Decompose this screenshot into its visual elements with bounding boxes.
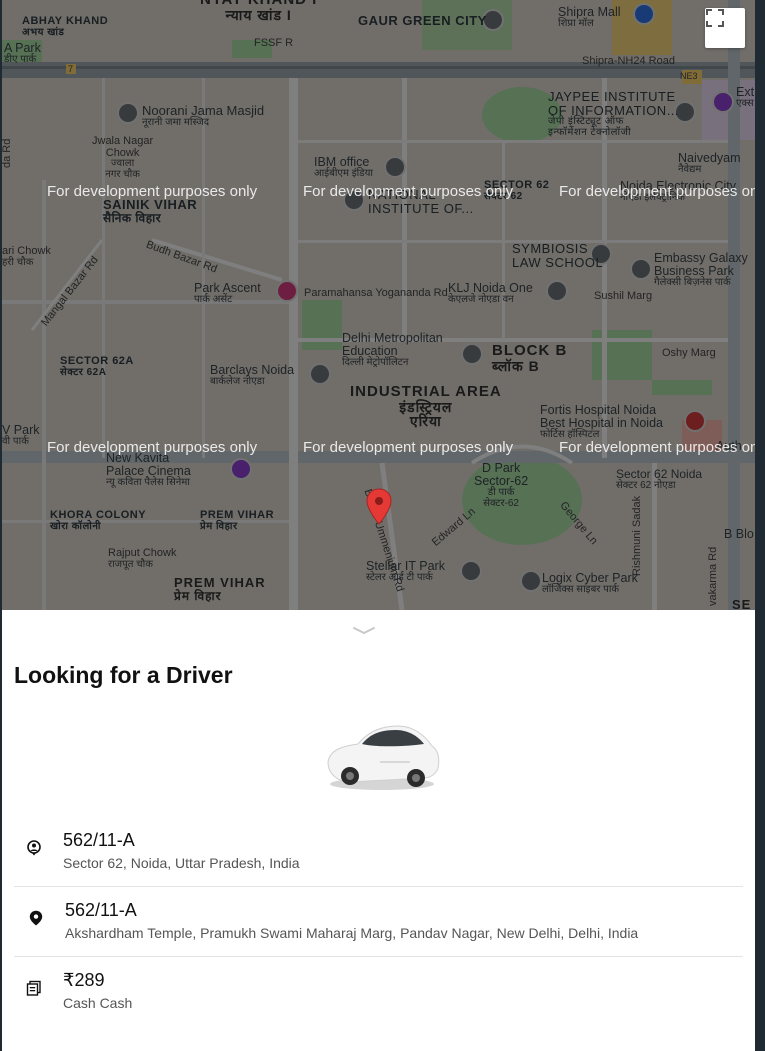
sheet-handle-chevron-icon[interactable] <box>352 624 376 642</box>
ride-status-sheet: Looking for a Driver 562/11-A Sector 62,… <box>2 610 755 1051</box>
pickup-location-row[interactable]: 562/11-A Sector 62, Noida, Uttar Pradesh… <box>14 816 743 887</box>
map-view[interactable]: NYAY KHAND Iन्याय खांड I ABHAY KHANDअभय … <box>2 0 755 610</box>
fare-amount: ₹289 <box>63 970 105 990</box>
dropoff-address: Akshardham Temple, Pramukh Swami Maharaj… <box>65 925 639 941</box>
pickup-address: Sector 62, Noida, Uttar Pradesh, India <box>63 855 300 871</box>
dev-watermark: For development purposes only <box>559 439 755 456</box>
fullscreen-button[interactable] <box>705 8 745 48</box>
pickup-pin-icon <box>27 840 41 856</box>
dropoff-title: 562/11-A <box>65 900 137 920</box>
dropoff-pin-icon <box>29 910 43 926</box>
dev-watermark: For development purposes only <box>559 183 755 200</box>
dev-watermark: For development purposes only <box>47 439 258 456</box>
cash-icon <box>26 980 41 996</box>
dev-watermark: For development purposes only <box>303 183 514 200</box>
car-image <box>320 712 444 797</box>
dev-watermark: For development purposes only <box>303 439 514 456</box>
fullscreen-icon <box>706 9 724 27</box>
dev-watermark: For development purposes only <box>47 183 258 200</box>
page-title: Looking for a Driver <box>14 662 233 688</box>
ride-app: NYAY KHAND Iन्याय खांड I ABHAY KHANDअभय … <box>2 0 755 1051</box>
dropoff-location-row[interactable]: 562/11-A Akshardham Temple, Pramukh Swam… <box>14 886 743 957</box>
fare-row[interactable]: ₹289 Cash Cash <box>14 956 743 1026</box>
pickup-title: 562/11-A <box>63 830 135 850</box>
payment-method: Cash Cash <box>63 995 133 1011</box>
